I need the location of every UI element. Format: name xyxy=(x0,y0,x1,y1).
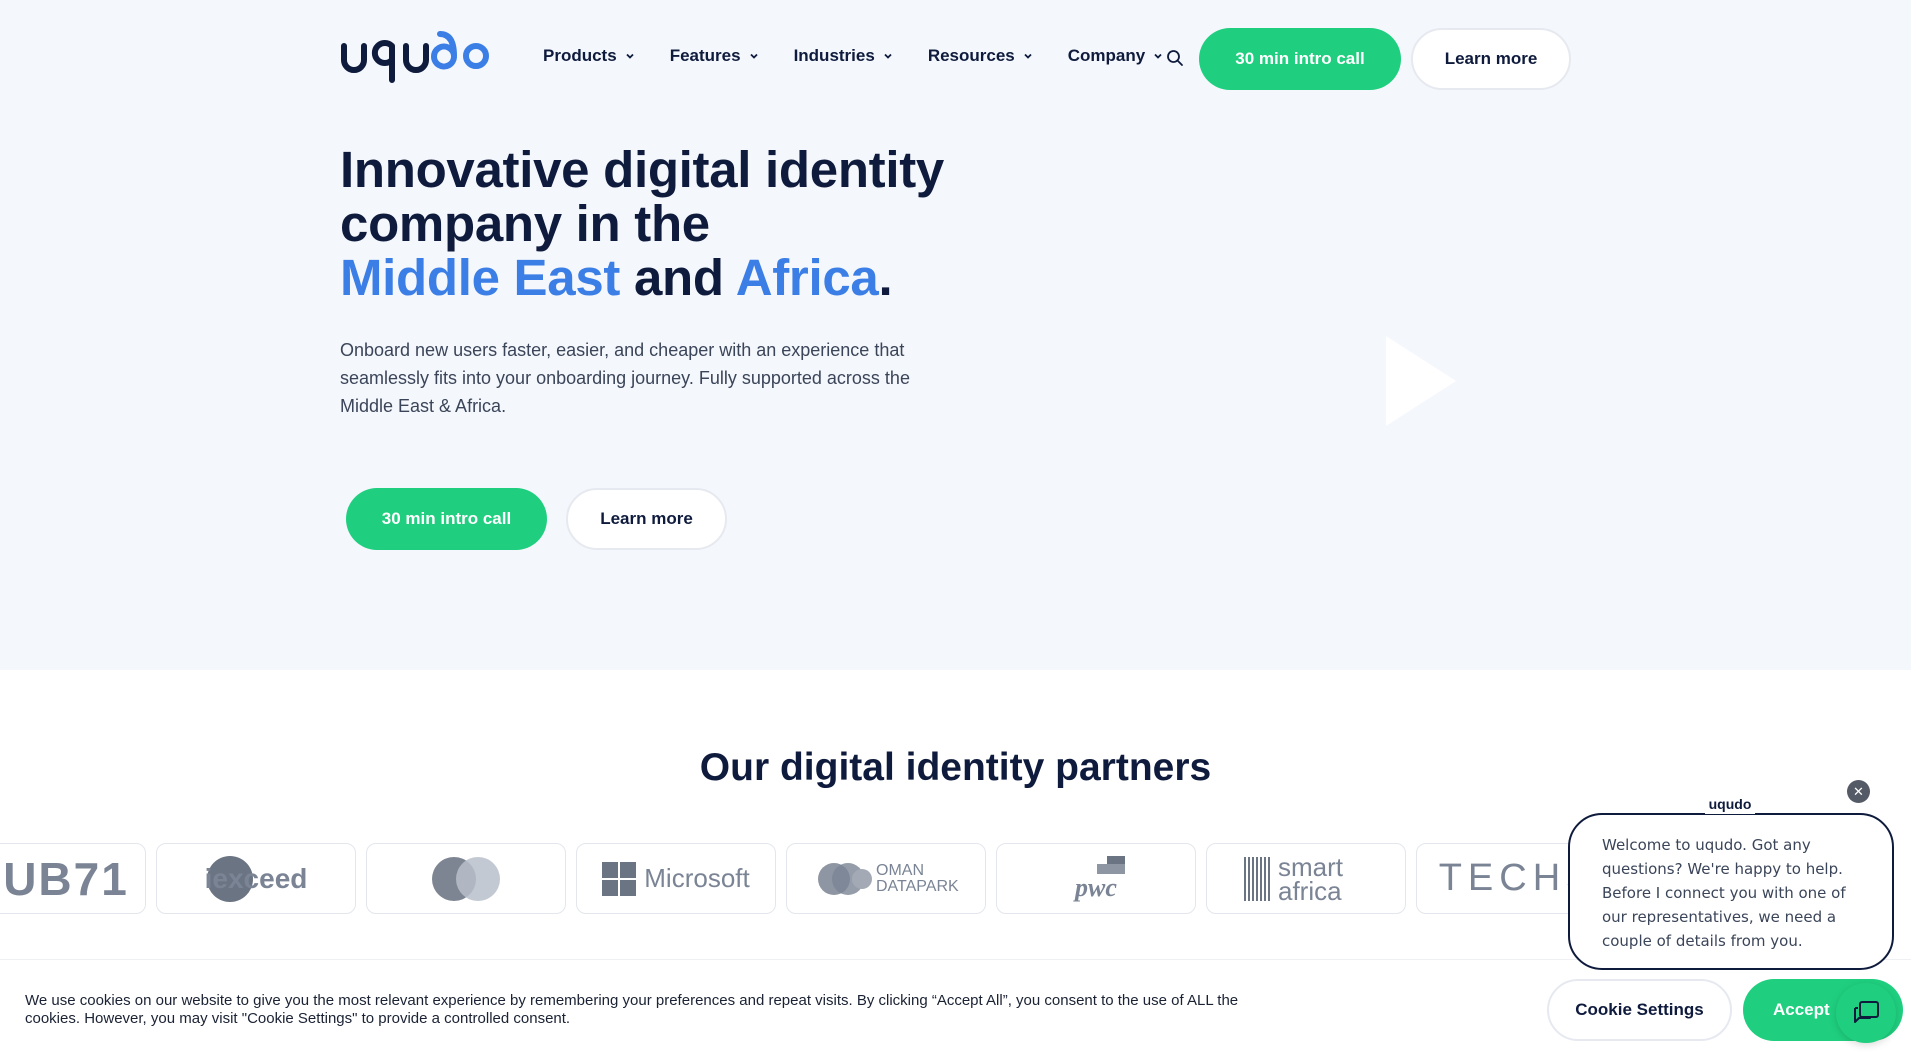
nav-item-products[interactable]: Products xyxy=(543,46,635,66)
uqudo-logo[interactable] xyxy=(340,28,492,88)
hero-section xyxy=(0,0,1911,670)
partner-logo-iexceed: iexceed xyxy=(156,843,356,914)
nav-item-label: Company xyxy=(1067,46,1146,65)
cookie-text: We use cookies on our website to give yo… xyxy=(25,992,1325,1028)
cookie-text-line2: cookies. However, you may visit "Cookie … xyxy=(25,1010,571,1027)
chevron-down-icon xyxy=(1154,53,1162,59)
headline-line1: Innovative digital identity xyxy=(340,141,944,198)
nav-item-label: Industries xyxy=(793,46,875,65)
partner-logo-ub71: UB71 xyxy=(0,843,146,914)
nav-item-company[interactable]: Company xyxy=(1068,46,1163,66)
chevron-down-icon xyxy=(626,53,634,59)
nav-item-resources[interactable]: Resources xyxy=(928,46,1033,66)
chat-welcome-bubble: Welcome to uqudo. Got any questions? We'… xyxy=(1568,813,1894,970)
datapark-icon xyxy=(818,862,872,895)
nav-item-features[interactable]: Features xyxy=(670,46,759,66)
headline-middle-east: Middle East xyxy=(340,249,621,306)
nav-item-label: Products xyxy=(543,46,617,65)
hero-lead: Onboard new users faster, easier, and ch… xyxy=(340,340,910,416)
header-learn-more-button[interactable]: Learn more xyxy=(1411,28,1571,90)
partner-logo-oman-datapark: OMAN DATAPARK xyxy=(786,843,986,914)
nav-item-label: Features xyxy=(669,46,741,65)
chat-logo: uqudo xyxy=(1705,794,1755,814)
chat-launcher-button[interactable] xyxy=(1836,983,1896,1043)
partner-logo-smart-africa: smart africa xyxy=(1206,843,1406,914)
headline-line2: company in the xyxy=(340,195,710,252)
headline-and: and xyxy=(620,249,736,306)
hero-intro-call-button[interactable]: 30 min intro call xyxy=(346,488,547,550)
chat-icon xyxy=(1854,1001,1879,1023)
header-intro-call-button[interactable]: 30 min intro call xyxy=(1199,28,1401,90)
nav-item-label: Resources xyxy=(927,46,1015,65)
microsoft-icon xyxy=(602,861,637,896)
mastercard-icon xyxy=(432,856,500,901)
cookie-settings-button[interactable]: Cookie Settings xyxy=(1547,979,1732,1041)
nav-item-industries[interactable]: Industries xyxy=(794,46,893,66)
search-icon[interactable] xyxy=(1166,49,1184,67)
headline-period: . xyxy=(878,249,893,306)
chevron-down-icon xyxy=(1024,53,1032,59)
hero-headline: Innovative digital identity company in t… xyxy=(340,143,980,305)
partner-logo-microsoft: Microsoft xyxy=(576,843,776,914)
chevron-down-icon xyxy=(749,53,758,59)
partner-logo-mastercard xyxy=(366,843,566,914)
chevron-down-icon xyxy=(884,53,892,59)
hero-learn-more-button[interactable]: Learn more xyxy=(566,488,727,550)
headline-africa: Africa xyxy=(735,249,879,306)
play-icon[interactable] xyxy=(1386,336,1456,426)
main-nav: Products Features Industries Resources C… xyxy=(543,46,1198,66)
partners-title: Our digital identity partners xyxy=(699,746,1212,789)
partner-logo-pwc: pwc xyxy=(996,843,1196,914)
cookie-text-line1: We use cookies on our website to give yo… xyxy=(25,992,1239,1009)
close-icon[interactable]: ✕ xyxy=(1847,780,1870,803)
